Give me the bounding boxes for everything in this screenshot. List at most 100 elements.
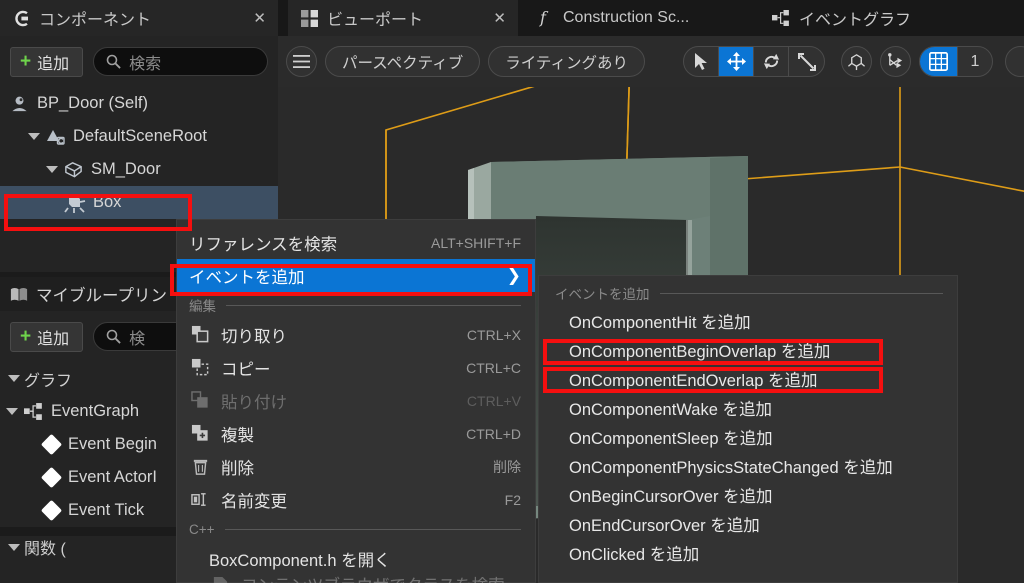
- trash-icon: [189, 456, 211, 478]
- perspective-dropdown[interactable]: パースペクティブ: [325, 46, 481, 77]
- menu-item-shortcut: 削除: [493, 458, 521, 475]
- rotate-tool-button[interactable]: [754, 47, 789, 76]
- viewport-icon: [300, 9, 318, 27]
- submenu-item-oncomponentendoverlap[interactable]: OnComponentEndOverlap を追加: [539, 364, 957, 393]
- my-blueprint-add-button[interactable]: + 追加: [10, 321, 84, 352]
- menu-item-shortcut: CTRL+D: [466, 425, 521, 442]
- my-blueprint-search-placeholder: 検: [129, 330, 146, 348]
- tree-item-bp-door[interactable]: BP_Door (Self): [0, 87, 278, 120]
- components-toolbar: + 追加 検索: [0, 36, 278, 87]
- search-icon: [106, 54, 121, 69]
- grid-snap-group: 1: [919, 46, 993, 77]
- lighting-dropdown[interactable]: ライティングあり: [488, 46, 645, 77]
- extra-toolbar-button[interactable]: [1005, 46, 1024, 77]
- submenu-item-oncomponenthit[interactable]: OnComponentHit を追加: [539, 306, 957, 335]
- tab-event-graph[interactable]: イベントグラフ: [760, 0, 923, 36]
- menu-section-label: 編集: [189, 299, 216, 314]
- menu-item-partial-next[interactable]: コンテンツブラウザでクラスを検索: [177, 575, 535, 583]
- menu-item-label: BoxComponent.h を開く: [209, 551, 391, 570]
- menu-section-cpp: C++: [177, 516, 535, 542]
- editor-tab-bar: コンポーネント ✕ ビューポート ✕ f Construction Sc...: [0, 0, 1024, 36]
- select-tool-button[interactable]: [684, 47, 719, 76]
- menu-item-copy[interactable]: コピー CTRL+C: [177, 351, 535, 384]
- submenu-item-oncomponentbeginoverlap[interactable]: OnComponentBeginOverlap を追加: [539, 335, 957, 364]
- menu-item-paste: 貼り付け CTRL+V: [177, 384, 535, 417]
- plus-icon: +: [20, 51, 32, 72]
- submenu-item-onendcursorover[interactable]: OnEndCursorOver を追加: [539, 509, 957, 538]
- grid-size-value[interactable]: 1: [958, 53, 992, 71]
- chevron-down-icon[interactable]: [8, 543, 20, 551]
- submenu-item-oncomponentwake[interactable]: OnComponentWake を追加: [539, 393, 957, 422]
- tree-item-sm-door[interactable]: SM_Door: [0, 153, 278, 186]
- my-blueprint-add-label: 追加: [37, 330, 70, 348]
- event-node-icon: [40, 466, 63, 489]
- transform-tool-group: [683, 46, 825, 77]
- tab-components-label: コンポーネント: [39, 12, 152, 29]
- menu-section-edit: 編集: [177, 292, 535, 318]
- mbp-item-label: Event Tick: [68, 501, 145, 519]
- tree-item-label: BP_Door (Self): [37, 94, 148, 112]
- event-node-icon: [40, 499, 63, 522]
- grid-snap-toggle[interactable]: [920, 47, 958, 76]
- chevron-down-icon[interactable]: [46, 166, 58, 173]
- static-mesh-icon: [62, 159, 84, 181]
- components-search-field[interactable]: 検索: [93, 47, 268, 76]
- move-tool-button[interactable]: [719, 47, 754, 76]
- menu-item-delete[interactable]: 削除 削除: [177, 450, 535, 483]
- submenu-header: イベントを追加: [539, 280, 957, 306]
- mbp-item-label: Event Begin: [68, 435, 157, 453]
- chevron-down-icon[interactable]: [6, 408, 18, 415]
- submenu-item-onbegincursorover[interactable]: OnBeginCursorOver を追加: [539, 480, 957, 509]
- chevron-down-icon[interactable]: [28, 133, 40, 140]
- mbp-item-label: 関数 (: [24, 541, 66, 558]
- menu-item-shortcut: CTRL+X: [466, 326, 521, 343]
- tab-construction-script[interactable]: f Construction Sc...: [524, 0, 701, 36]
- scale-tool-button[interactable]: [789, 47, 824, 76]
- event-node-icon: [40, 433, 63, 456]
- submenu-item-oncomponentphysicsstatechanged[interactable]: OnComponentPhysicsStateChanged を追加: [539, 451, 957, 480]
- eventgraph-icon: [22, 401, 44, 423]
- tree-item-default-scene-root[interactable]: DefaultSceneRoot: [0, 120, 278, 153]
- menu-item-rename[interactable]: 名前変更 F2: [177, 483, 535, 516]
- tab-components-close[interactable]: ✕: [253, 11, 266, 26]
- tree-item-label: SM_Door: [91, 160, 161, 178]
- menu-item-shortcut: ALT+SHIFT+F: [431, 234, 521, 251]
- tab-construction-script-label: Construction Sc...: [563, 9, 690, 26]
- mbp-item-label: EventGraph: [51, 402, 140, 420]
- viewport-menu-button[interactable]: [286, 46, 317, 77]
- menu-section-label: C++: [189, 521, 215, 537]
- scale-icon: [797, 52, 816, 71]
- world-coord-button[interactable]: [841, 46, 872, 77]
- menu-item-label: イベントを追加: [189, 268, 305, 287]
- menu-item-find-references[interactable]: リファレンスを検索 ALT+SHIFT+F: [177, 226, 535, 259]
- components-add-button[interactable]: + 追加: [10, 46, 84, 77]
- menu-item-add-event[interactable]: イベントを追加 ❯: [177, 259, 535, 292]
- components-tree: BP_Door (Self) DefaultSceneRoot SM_Door …: [0, 87, 278, 219]
- menu-item-label: コンテンツブラウザでクラスを検索: [241, 575, 521, 583]
- menu-item-label: リファレンスを検索: [189, 235, 338, 254]
- chevron-down-icon[interactable]: [8, 375, 20, 382]
- menu-item-label: 貼り付け: [221, 393, 287, 412]
- plus-icon: +: [20, 326, 32, 347]
- menu-item-duplicate[interactable]: 複製 CTRL+D: [177, 417, 535, 450]
- tab-components[interactable]: コンポーネント ✕: [0, 0, 278, 36]
- tab-viewport-close[interactable]: ✕: [493, 11, 506, 26]
- menu-item-open-header[interactable]: BoxComponent.h を開く: [177, 542, 535, 575]
- scene-root-icon: [44, 126, 66, 148]
- paste-icon: [189, 390, 211, 412]
- submenu-item-oncomponentsleep[interactable]: OnComponentSleep を追加: [539, 422, 957, 451]
- component-context-menu: リファレンスを検索 ALT+SHIFT+F イベントを追加 ❯ 編集 切り取り …: [176, 219, 536, 583]
- menu-item-shortcut: CTRL+V: [466, 392, 521, 409]
- svg-text:f: f: [539, 9, 549, 27]
- menu-item-cut[interactable]: 切り取り CTRL+X: [177, 318, 535, 351]
- tab-viewport[interactable]: ビューポート ✕: [288, 0, 518, 36]
- surface-snap-button[interactable]: [880, 46, 911, 77]
- cut-icon: [189, 324, 211, 346]
- tree-item-box[interactable]: Box: [0, 186, 278, 219]
- submenu-item-onclicked[interactable]: OnClicked を追加: [539, 538, 957, 567]
- add-event-submenu: イベントを追加 OnComponentHit を追加 OnComponentBe…: [538, 275, 958, 583]
- component-icon: [12, 9, 30, 27]
- menu-item-label: コピー: [221, 360, 271, 379]
- rename-icon: [189, 489, 211, 511]
- menu-item-label: 名前変更: [221, 492, 287, 511]
